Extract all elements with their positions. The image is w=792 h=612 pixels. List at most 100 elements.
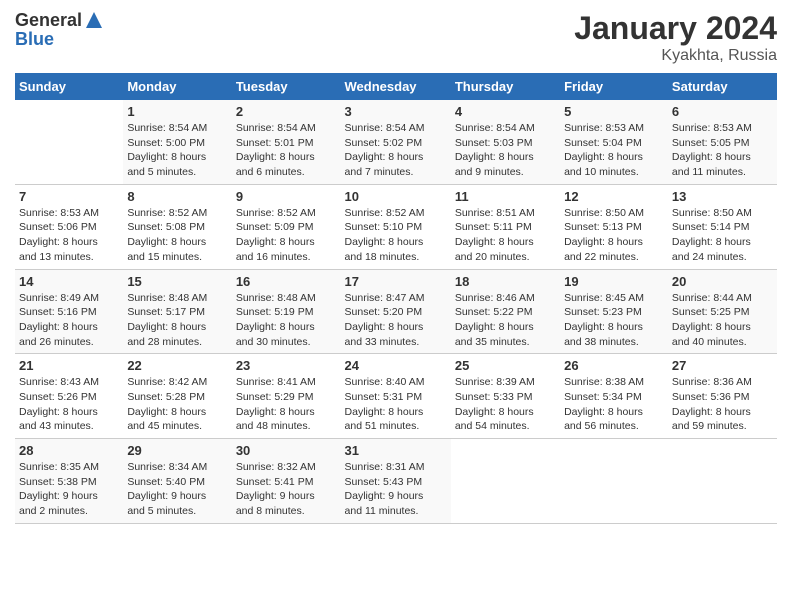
day-info: Sunrise: 8:50 AM Sunset: 5:14 PM Dayligh… xyxy=(672,206,773,265)
day-info: Sunrise: 8:39 AM Sunset: 5:33 PM Dayligh… xyxy=(455,375,556,434)
calendar-cell: 1 Sunrise: 8:54 AM Sunset: 5:00 PM Daylig… xyxy=(123,100,232,184)
day-number: 7 xyxy=(19,189,119,204)
title-section: January 2024 Kyakhta, Russia xyxy=(574,10,777,65)
calendar-cell: 22Sunrise: 8:42 AM Sunset: 5:28 PM Dayli… xyxy=(123,354,232,439)
col-saturday: Saturday xyxy=(668,73,777,100)
day-number: 26 xyxy=(564,358,664,373)
calendar-cell xyxy=(668,439,777,524)
calendar-cell: 15Sunrise: 8:48 AM Sunset: 5:17 PM Dayli… xyxy=(123,269,232,354)
logo: General Blue xyxy=(15,10,104,50)
day-info: Sunrise: 8:34 AM Sunset: 5:40 PM Dayligh… xyxy=(127,460,228,519)
col-friday: Friday xyxy=(560,73,668,100)
day-info: Sunrise: 8:31 AM Sunset: 5:43 PM Dayligh… xyxy=(345,460,447,519)
calendar-cell: 27 Sunrise: 8:36 AM Sunset: 5:36 PM Dayli… xyxy=(668,354,777,439)
day-info: Sunrise: 8:49 AM Sunset: 5:16 PM Dayligh… xyxy=(19,291,119,350)
day-info: Sunrise: 8:43 AM Sunset: 5:26 PM Dayligh… xyxy=(19,375,119,434)
day-number: 4 xyxy=(455,104,556,119)
day-number: 9 xyxy=(236,189,337,204)
day-info: Sunrise: 8:53 AM Sunset: 5:06 PM Dayligh… xyxy=(19,206,119,265)
logo-blue: Blue xyxy=(15,29,54,49)
header-row: Sunday Monday Tuesday Wednesday Thursday… xyxy=(15,73,777,100)
day-number: 24 xyxy=(345,358,447,373)
calendar-cell: 6Sunrise: 8:53 AM Sunset: 5:05 PM Daylig… xyxy=(668,100,777,184)
day-number: 23 xyxy=(236,358,337,373)
calendar-cell xyxy=(451,439,560,524)
calendar-cell: 3 Sunrise: 8:54 AM Sunset: 5:02 PM Daylig… xyxy=(341,100,451,184)
calendar-cell: 30 Sunrise: 8:32 AM Sunset: 5:41 PM Dayli… xyxy=(232,439,341,524)
calendar-cell: 25 Sunrise: 8:39 AM Sunset: 5:33 PM Dayli… xyxy=(451,354,560,439)
calendar-table: Sunday Monday Tuesday Wednesday Thursday… xyxy=(15,73,777,524)
day-number: 5 xyxy=(564,104,664,119)
calendar-cell: 13 Sunrise: 8:50 AM Sunset: 5:14 PM Dayli… xyxy=(668,184,777,269)
day-info: Sunrise: 8:52 AM Sunset: 5:10 PM Dayligh… xyxy=(345,206,447,265)
day-number: 25 xyxy=(455,358,556,373)
main-container: General Blue January 2024 Kyakhta, Russi… xyxy=(0,0,792,534)
day-info: Sunrise: 8:35 AM Sunset: 5:38 PM Dayligh… xyxy=(19,460,119,519)
day-info: Sunrise: 8:45 AM Sunset: 5:23 PM Dayligh… xyxy=(564,291,664,350)
week-row-3: 21 Sunrise: 8:43 AM Sunset: 5:26 PM Dayli… xyxy=(15,354,777,439)
location-title: Kyakhta, Russia xyxy=(574,47,777,65)
week-row-1: 7 Sunrise: 8:53 AM Sunset: 5:06 PM Daylig… xyxy=(15,184,777,269)
day-number: 6 xyxy=(672,104,773,119)
calendar-cell: 29 Sunrise: 8:34 AM Sunset: 5:40 PM Dayli… xyxy=(123,439,232,524)
day-number: 21 xyxy=(19,358,119,373)
day-number: 10 xyxy=(345,189,447,204)
day-number: 14 xyxy=(19,274,119,289)
day-number: 11 xyxy=(455,189,556,204)
day-info: Sunrise: 8:40 AM Sunset: 5:31 PM Dayligh… xyxy=(345,375,447,434)
day-info: Sunrise: 8:32 AM Sunset: 5:41 PM Dayligh… xyxy=(236,460,337,519)
day-number: 12 xyxy=(564,189,664,204)
calendar-cell: 14 Sunrise: 8:49 AM Sunset: 5:16 PM Dayli… xyxy=(15,269,123,354)
calendar-cell: 11 Sunrise: 8:51 AM Sunset: 5:11 PM Dayli… xyxy=(451,184,560,269)
calendar-cell xyxy=(560,439,668,524)
day-number: 30 xyxy=(236,443,337,458)
calendar-cell: 8Sunrise: 8:52 AM Sunset: 5:08 PM Daylig… xyxy=(123,184,232,269)
calendar-cell: 24 Sunrise: 8:40 AM Sunset: 5:31 PM Dayli… xyxy=(341,354,451,439)
header: General Blue January 2024 Kyakhta, Russi… xyxy=(15,10,777,65)
day-number: 28 xyxy=(19,443,119,458)
calendar-cell: 19 Sunrise: 8:45 AM Sunset: 5:23 PM Dayli… xyxy=(560,269,668,354)
calendar-cell: 16Sunrise: 8:48 AM Sunset: 5:19 PM Dayli… xyxy=(232,269,341,354)
col-wednesday: Wednesday xyxy=(341,73,451,100)
col-tuesday: Tuesday xyxy=(232,73,341,100)
day-number: 17 xyxy=(345,274,447,289)
logo-general: General xyxy=(15,11,82,29)
calendar-cell: 2 Sunrise: 8:54 AM Sunset: 5:01 PM Daylig… xyxy=(232,100,341,184)
col-thursday: Thursday xyxy=(451,73,560,100)
calendar-cell: 26 Sunrise: 8:38 AM Sunset: 5:34 PM Dayli… xyxy=(560,354,668,439)
day-info: Sunrise: 8:54 AM Sunset: 5:02 PM Dayligh… xyxy=(345,121,447,180)
col-monday: Monday xyxy=(123,73,232,100)
day-number: 2 xyxy=(236,104,337,119)
calendar-cell: 5Sunrise: 8:53 AM Sunset: 5:04 PM Daylig… xyxy=(560,100,668,184)
day-info: Sunrise: 8:48 AM Sunset: 5:17 PM Dayligh… xyxy=(127,291,228,350)
day-info: Sunrise: 8:44 AM Sunset: 5:25 PM Dayligh… xyxy=(672,291,773,350)
day-number: 3 xyxy=(345,104,447,119)
day-info: Sunrise: 8:47 AM Sunset: 5:20 PM Dayligh… xyxy=(345,291,447,350)
calendar-cell xyxy=(15,100,123,184)
day-info: Sunrise: 8:54 AM Sunset: 5:01 PM Dayligh… xyxy=(236,121,337,180)
day-info: Sunrise: 8:38 AM Sunset: 5:34 PM Dayligh… xyxy=(564,375,664,434)
week-row-4: 28 Sunrise: 8:35 AM Sunset: 5:38 PM Dayli… xyxy=(15,439,777,524)
day-number: 27 xyxy=(672,358,773,373)
day-info: Sunrise: 8:36 AM Sunset: 5:36 PM Dayligh… xyxy=(672,375,773,434)
day-number: 20 xyxy=(672,274,773,289)
calendar-cell: 17 Sunrise: 8:47 AM Sunset: 5:20 PM Dayli… xyxy=(341,269,451,354)
calendar-cell: 12Sunrise: 8:50 AM Sunset: 5:13 PM Dayli… xyxy=(560,184,668,269)
day-info: Sunrise: 8:51 AM Sunset: 5:11 PM Dayligh… xyxy=(455,206,556,265)
day-number: 19 xyxy=(564,274,664,289)
day-info: Sunrise: 8:41 AM Sunset: 5:29 PM Dayligh… xyxy=(236,375,337,434)
col-sunday: Sunday xyxy=(15,73,123,100)
day-number: 1 xyxy=(127,104,228,119)
day-number: 18 xyxy=(455,274,556,289)
calendar-cell: 21 Sunrise: 8:43 AM Sunset: 5:26 PM Dayli… xyxy=(15,354,123,439)
calendar-cell: 18Sunrise: 8:46 AM Sunset: 5:22 PM Dayli… xyxy=(451,269,560,354)
month-title: January 2024 xyxy=(574,10,777,47)
calendar-cell: 31 Sunrise: 8:31 AM Sunset: 5:43 PM Dayli… xyxy=(341,439,451,524)
day-number: 16 xyxy=(236,274,337,289)
calendar-cell: 10 Sunrise: 8:52 AM Sunset: 5:10 PM Dayli… xyxy=(341,184,451,269)
day-number: 29 xyxy=(127,443,228,458)
day-number: 31 xyxy=(345,443,447,458)
calendar-cell: 9Sunrise: 8:52 AM Sunset: 5:09 PM Daylig… xyxy=(232,184,341,269)
day-info: Sunrise: 8:54 AM Sunset: 5:00 PM Dayligh… xyxy=(127,121,228,180)
day-number: 13 xyxy=(672,189,773,204)
